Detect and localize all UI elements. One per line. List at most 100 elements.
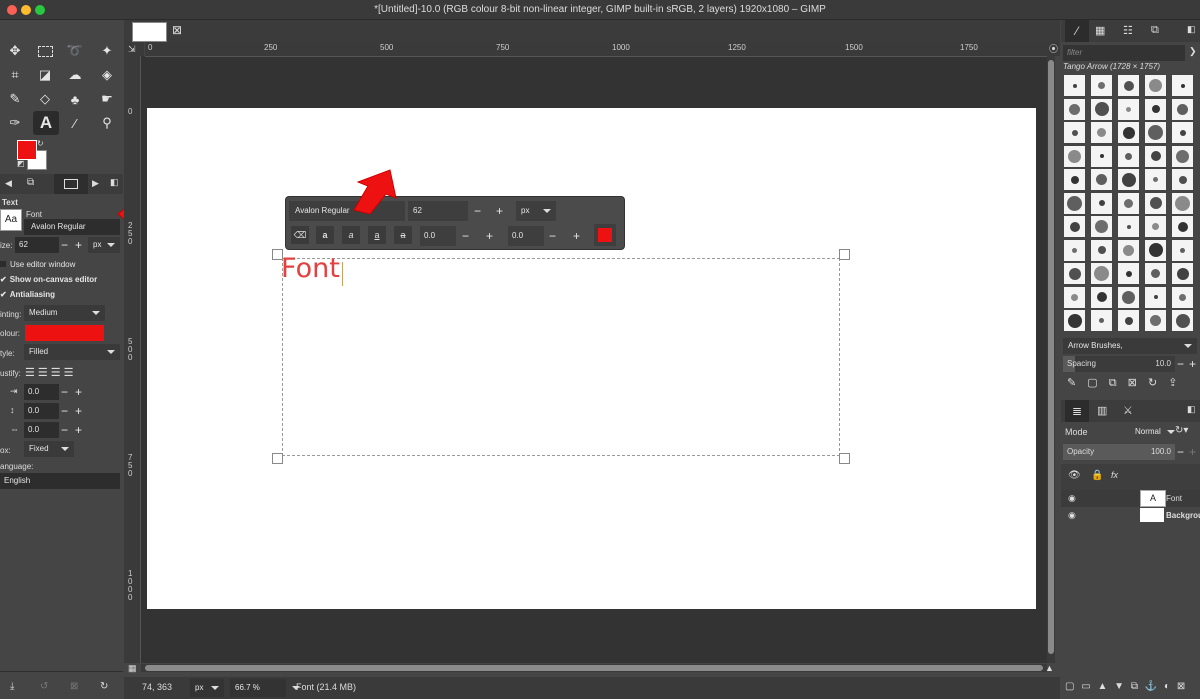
brush-preview[interactable] xyxy=(1171,121,1194,144)
canvas-text-content[interactable]: Font xyxy=(281,253,340,284)
tab-channels-icon[interactable]: ▥ xyxy=(1097,404,1107,417)
brush-filter-input[interactable]: filter xyxy=(1063,45,1185,61)
oce-baseline-increase-button[interactable]: + xyxy=(486,230,493,242)
brush-preview[interactable] xyxy=(1117,74,1140,97)
oce-kerning-decrease-button[interactable]: − xyxy=(549,230,556,242)
brush-preview[interactable] xyxy=(1171,285,1194,309)
brush-preview[interactable] xyxy=(1171,191,1194,215)
brush-preview[interactable] xyxy=(1171,262,1194,285)
brush-preview[interactable] xyxy=(1144,309,1167,332)
duplicate-brush-icon[interactable]: ⧉ xyxy=(1109,377,1117,389)
brush-preview[interactable] xyxy=(1171,144,1194,168)
visibility-header-icon[interactable]: 👁 xyxy=(1068,470,1081,481)
size-decrease-button[interactable]: − xyxy=(61,239,68,251)
brush-preview[interactable] xyxy=(1090,97,1113,121)
paintbrush-icon[interactable]: ✎ xyxy=(5,89,25,109)
justify-left-icon[interactable]: ☰ xyxy=(25,367,38,379)
anchor-layer-icon[interactable]: ⚓ xyxy=(1145,681,1157,692)
duplicate-layer-icon[interactable]: ⧉ xyxy=(1131,681,1138,692)
spacing-slider[interactable]: Spacing 10.0 xyxy=(1063,356,1175,372)
tab-left-arrow-icon[interactable]: ◀ xyxy=(5,178,12,189)
text-box-handle-bl[interactable] xyxy=(272,453,283,464)
move-icon[interactable]: ✥ xyxy=(5,41,25,61)
brush-preview[interactable] xyxy=(1090,74,1113,97)
brush-preview[interactable] xyxy=(1144,191,1167,215)
oce-size-increase-button[interactable]: + xyxy=(496,205,503,217)
text-layer-box[interactable] xyxy=(282,258,840,456)
brush-preview[interactable] xyxy=(1090,168,1113,191)
brush-preview[interactable] xyxy=(1171,215,1194,238)
brush-preview[interactable] xyxy=(1171,238,1194,262)
brush-grid[interactable] xyxy=(1063,74,1198,334)
warp-icon[interactable]: ☁ xyxy=(65,65,85,85)
justify-right-icon[interactable]: ☰ xyxy=(38,367,51,379)
language-input[interactable]: English xyxy=(0,473,120,489)
edit-brush-icon[interactable]: ✎ xyxy=(1067,377,1076,389)
tab-document-history-icon[interactable]: ⧉ xyxy=(1151,24,1159,37)
quick-mask-icon[interactable]: ▦ xyxy=(128,663,137,674)
brush-preview[interactable] xyxy=(1063,74,1086,97)
fuzzy-select-icon[interactable]: ✦ xyxy=(97,41,117,61)
brush-preview[interactable] xyxy=(1144,97,1167,121)
indent-input[interactable]: 0.0 xyxy=(24,384,59,400)
oce-color-button[interactable] xyxy=(594,224,616,246)
brush-preview[interactable] xyxy=(1063,168,1086,191)
paths-icon[interactable]: ✑ xyxy=(5,113,25,133)
brushes-configure-icon[interactable]: ◧ xyxy=(1187,24,1196,35)
brush-preview[interactable] xyxy=(1063,215,1086,238)
brush-preview[interactable] xyxy=(1090,262,1113,285)
brush-preview[interactable] xyxy=(1144,238,1167,262)
oce-baseline-decrease-button[interactable]: − xyxy=(462,230,469,242)
brush-preview[interactable] xyxy=(1090,309,1113,332)
opacity-slider[interactable]: Opacity 100.0 xyxy=(1063,444,1175,460)
device-status-icon[interactable]: ⧉ xyxy=(27,177,34,188)
fill-icon[interactable]: ◈ xyxy=(97,65,117,85)
transform-icon[interactable]: ◪ xyxy=(35,65,55,85)
open-brush-icon[interactable]: ⇪ xyxy=(1168,377,1177,389)
mode-dropdown[interactable]: Normal xyxy=(1135,424,1175,440)
foreground-color-swatch[interactable] xyxy=(17,140,37,160)
default-colors-icon[interactable]: ◩ xyxy=(17,159,25,168)
size-increase-button[interactable]: + xyxy=(75,239,82,251)
brush-preview[interactable] xyxy=(1171,309,1194,332)
clear-style-icon[interactable]: ⌫ xyxy=(291,226,309,244)
line-spacing-decrease-button[interactable]: − xyxy=(61,405,68,417)
brush-preview[interactable] xyxy=(1117,309,1140,332)
font-name-input[interactable]: Avalon Regular xyxy=(24,219,120,235)
new-layer-icon[interactable]: ▢ xyxy=(1065,681,1074,692)
line-spacing-increase-button[interactable]: + xyxy=(75,405,82,417)
brush-preview[interactable] xyxy=(1090,238,1113,262)
spacing-decrease-button[interactable]: − xyxy=(1177,358,1184,370)
tab-paths-icon[interactable]: ⚔ xyxy=(1123,404,1133,417)
delete-options-icon[interactable]: ⊠ xyxy=(70,681,78,692)
antialiasing-checkbox[interactable]: ✔ Antialiasing xyxy=(0,290,55,299)
text-box-handle-tr[interactable] xyxy=(839,249,850,260)
brush-preview[interactable] xyxy=(1117,215,1140,238)
brush-preview[interactable] xyxy=(1063,97,1086,121)
line-spacing-input[interactable]: 0.0 xyxy=(24,403,59,419)
raise-layer-icon[interactable]: ▲ xyxy=(1097,681,1107,692)
image-tab-thumbnail[interactable] xyxy=(132,22,167,42)
rect-select-icon[interactable] xyxy=(35,41,55,61)
tab-layers[interactable]: ≣ xyxy=(1065,400,1089,422)
brush-preview[interactable] xyxy=(1090,121,1113,144)
configure-tab-icon[interactable]: ◧ xyxy=(110,177,119,188)
reset-options-icon[interactable]: ↻ xyxy=(100,681,108,692)
brush-preview[interactable] xyxy=(1063,121,1086,144)
zoom-icon[interactable]: ⚲ xyxy=(97,113,117,133)
justify-fill-icon[interactable]: ☰ xyxy=(64,367,77,379)
layer-row[interactable]: ◉ A Font xyxy=(1061,490,1200,507)
brush-preview[interactable] xyxy=(1117,262,1140,285)
clone-icon[interactable]: ♣ xyxy=(65,89,85,109)
restore-options-icon[interactable]: ↺ xyxy=(40,681,48,692)
letter-spacing-increase-button[interactable]: + xyxy=(75,424,82,436)
color-picker-icon[interactable]: ⁄ xyxy=(65,113,85,133)
brush-preview[interactable] xyxy=(1117,191,1140,215)
oce-kerning-input[interactable]: 0.0 xyxy=(508,226,544,246)
layers-configure-icon[interactable]: ◧ xyxy=(1187,404,1196,415)
lower-layer-icon[interactable]: ▼ xyxy=(1114,681,1124,692)
opacity-decrease-button[interactable]: − xyxy=(1177,446,1184,458)
lock-icon[interactable]: 🔒 xyxy=(1091,470,1103,481)
box-dropdown[interactable]: Fixed xyxy=(24,441,74,457)
brush-preview[interactable] xyxy=(1063,285,1086,309)
